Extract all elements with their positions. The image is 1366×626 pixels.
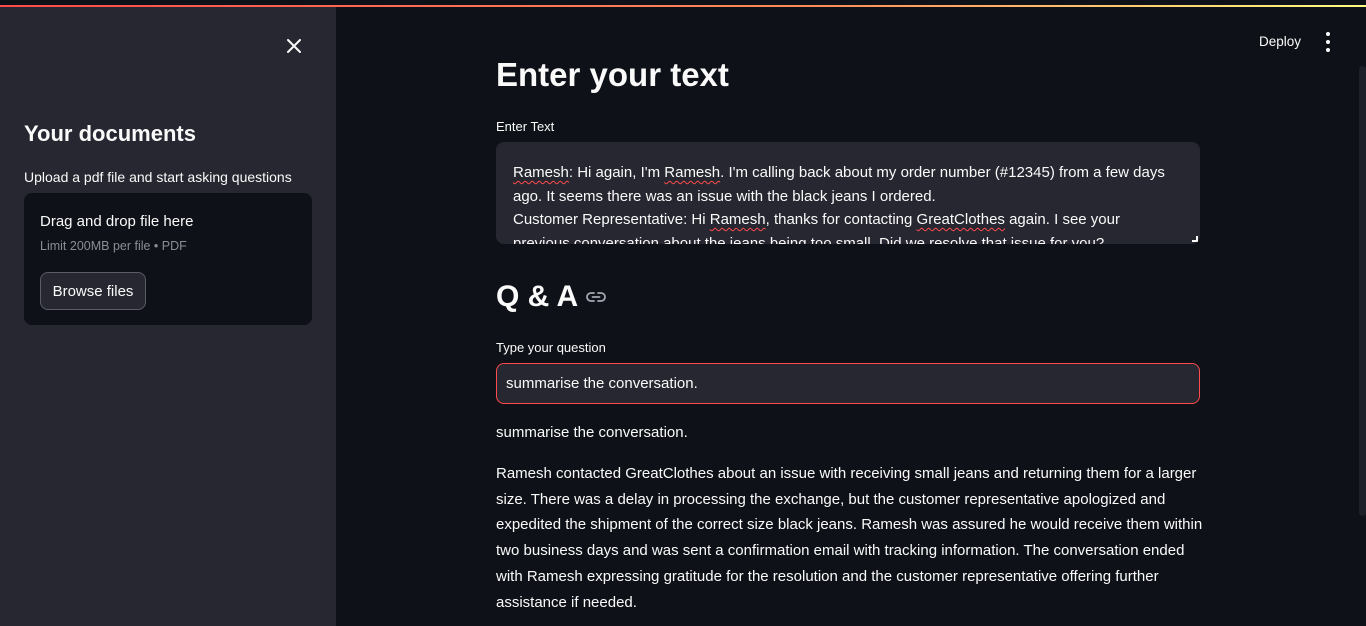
kebab-menu-icon[interactable] xyxy=(1319,32,1337,52)
text-area-line: ago. It seems there was an issue with th… xyxy=(513,187,936,205)
text-area-label: Enter Text xyxy=(496,119,555,134)
top-decoration-bar xyxy=(0,0,1366,7)
dropzone-limit: Limit 200MB per file • PDF xyxy=(40,239,187,253)
file-dropzone[interactable]: Drag and drop file here Limit 200MB per … xyxy=(24,193,312,325)
question-label: Type your question xyxy=(496,340,606,355)
sidebar-title: Your documents xyxy=(24,121,196,146)
qa-heading: Q & A xyxy=(496,280,607,314)
link-icon[interactable] xyxy=(586,291,607,303)
page-title: Enter your text xyxy=(496,56,729,93)
sidebar: Your documents Upload a pdf file and sta… xyxy=(0,7,336,626)
dropzone-title: Drag and drop file here xyxy=(40,213,194,230)
answer-text: Ramesh contacted GreatClothes about an i… xyxy=(496,465,1203,611)
text-area-line: Customer Representative: Hi Ramesh, than… xyxy=(513,211,1120,228)
resize-handle[interactable] xyxy=(1192,236,1198,242)
question-echo: summarise the conversation. xyxy=(496,424,688,441)
deploy-button[interactable]: Deploy xyxy=(1259,34,1301,49)
question-input[interactable]: summarise the conversation. xyxy=(496,363,1200,404)
close-icon xyxy=(287,39,301,53)
sidebar-close-button[interactable] xyxy=(282,34,306,58)
scrollbar[interactable] xyxy=(1359,66,1366,516)
text-area-line: Ramesh: Hi again, I'm Ramesh. I'm callin… xyxy=(513,164,1165,181)
enter-text-area[interactable]: Ramesh: Hi again, I'm Ramesh. I'm callin… xyxy=(496,142,1200,244)
uploader-label: Upload a pdf file and start asking quest… xyxy=(24,169,292,185)
browse-files-button[interactable]: Browse files xyxy=(40,272,146,310)
qa-title: Q & A xyxy=(496,280,579,313)
text-area-line: previous conversation about the jeans be… xyxy=(513,234,1105,245)
